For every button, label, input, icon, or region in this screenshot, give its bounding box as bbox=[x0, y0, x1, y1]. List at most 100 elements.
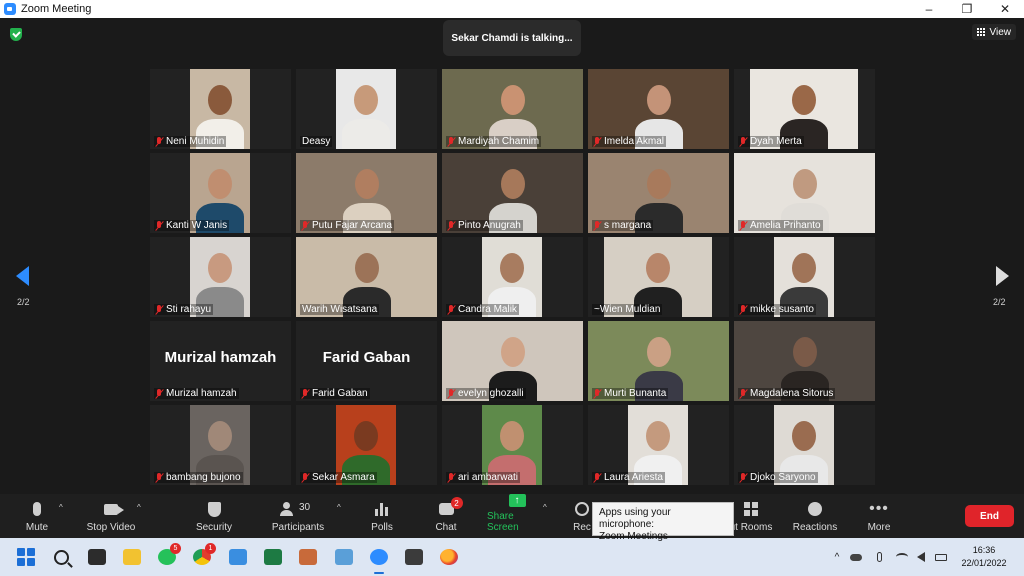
participant-tile[interactable]: Dyah Merta bbox=[734, 69, 875, 149]
start-button[interactable] bbox=[16, 547, 36, 567]
photos-app-button[interactable] bbox=[298, 547, 318, 567]
system-clock[interactable]: 16:36 22/01/2022 bbox=[958, 544, 1010, 570]
firefox-button[interactable] bbox=[439, 547, 459, 567]
participant-tile[interactable]: Djoko Saryono bbox=[734, 405, 875, 485]
view-button[interactable]: View bbox=[971, 24, 1016, 40]
mute-button[interactable]: Mute bbox=[18, 494, 56, 538]
participant-name-label: mikke susanto bbox=[738, 304, 816, 315]
video-options-caret-icon[interactable]: ^ bbox=[137, 503, 141, 512]
onedrive-cloud-icon[interactable] bbox=[850, 551, 862, 563]
muted-microphone-icon bbox=[740, 388, 747, 399]
participant-name-label: evelyn ghozalli bbox=[446, 388, 526, 399]
muted-microphone-icon bbox=[740, 136, 747, 147]
show-hidden-icons-caret-icon[interactable]: ^ bbox=[831, 551, 843, 563]
participant-tile[interactable]: Murti Bunanta bbox=[588, 321, 729, 401]
microphone-usage-tooltip: Apps using your microphone: Zoom Meeting… bbox=[592, 502, 734, 542]
muted-microphone-icon bbox=[302, 220, 309, 231]
participant-tile[interactable]: Mardiyah Chamim bbox=[442, 69, 583, 149]
folder-icon bbox=[123, 549, 141, 565]
participant-name: Pinto Anugrah bbox=[458, 220, 521, 231]
participant-tile[interactable]: Neni Muhidin bbox=[150, 69, 291, 149]
muted-microphone-icon bbox=[156, 220, 163, 231]
whatsapp-button[interactable]: 5 bbox=[157, 543, 181, 567]
participant-tile[interactable]: Candra Malik bbox=[442, 237, 583, 317]
participant-name-label: Magdalena Sitorus bbox=[738, 388, 836, 399]
record-button[interactable]: Rec bbox=[570, 494, 594, 538]
end-meeting-button[interactable]: End bbox=[965, 505, 1014, 527]
participant-tile[interactable]: Amelia Prihanto bbox=[734, 153, 875, 233]
more-dots-icon: ••• bbox=[869, 500, 889, 517]
participant-tile[interactable]: bambang bujono bbox=[150, 405, 291, 485]
participant-tile[interactable]: Pinto Anugrah bbox=[442, 153, 583, 233]
participant-tile[interactable]: ~Wien Muldian bbox=[588, 237, 729, 317]
muted-microphone-icon bbox=[740, 304, 747, 315]
stop-video-label: Stop Video bbox=[86, 522, 136, 533]
task-view-button[interactable] bbox=[87, 547, 107, 567]
reactions-button[interactable]: Reactions bbox=[791, 494, 839, 538]
zoom-taskbar-button[interactable] bbox=[369, 547, 389, 567]
close-button[interactable]: ✕ bbox=[986, 0, 1024, 18]
participant-tile[interactable]: Sti rahayu bbox=[150, 237, 291, 317]
maximize-button[interactable]: ❐ bbox=[948, 0, 986, 18]
participant-tile[interactable]: Putu Fajar Arcana bbox=[296, 153, 437, 233]
participant-tile[interactable]: mikke susanto bbox=[734, 237, 875, 317]
participants-button[interactable]: 30 Participants bbox=[270, 494, 326, 538]
breakout-rooms-label: ut Rooms bbox=[729, 522, 773, 533]
previous-page-arrow-icon[interactable] bbox=[16, 266, 29, 286]
windows-taskbar: 5 1 ^ 16:36 22/01/2022 bbox=[0, 538, 1024, 576]
taskbar-search-button[interactable] bbox=[51, 547, 71, 567]
notepad-button[interactable] bbox=[228, 547, 248, 567]
security-label: Security bbox=[195, 522, 233, 533]
participant-tile[interactable]: Imelda Akmal bbox=[588, 69, 729, 149]
participant-tile[interactable]: Deasy bbox=[296, 69, 437, 149]
chat-button[interactable]: 2 Chat bbox=[430, 494, 463, 538]
participant-tile[interactable]: Warih Wisatsana bbox=[296, 237, 437, 317]
participant-tile[interactable]: Murizal hamzah Murizal hamzah bbox=[150, 321, 291, 401]
chat-bubble-icon: 2 bbox=[438, 497, 463, 515]
stop-video-button[interactable]: Stop Video bbox=[83, 494, 139, 538]
minimize-button[interactable]: – bbox=[910, 0, 948, 18]
participant-name-label: ~Wien Muldian bbox=[592, 304, 663, 315]
participant-tile[interactable]: Sekar Asmara bbox=[296, 405, 437, 485]
battery-icon[interactable] bbox=[935, 551, 947, 563]
encryption-shield-icon[interactable] bbox=[10, 28, 22, 41]
participant-display-name: Murizal hamzah bbox=[164, 349, 277, 366]
participant-tile[interactable]: s margana bbox=[588, 153, 729, 233]
participant-tile[interactable]: Laura Ariesta bbox=[588, 405, 729, 485]
file-explorer-button[interactable] bbox=[122, 547, 142, 567]
next-page-arrow-icon[interactable] bbox=[996, 266, 1009, 286]
tray-microphone-icon[interactable] bbox=[873, 551, 885, 563]
excel-button[interactable] bbox=[263, 547, 283, 567]
media-player-button[interactable] bbox=[404, 547, 424, 567]
participant-name: Murizal hamzah bbox=[166, 388, 237, 399]
photos-icon bbox=[299, 549, 317, 565]
wifi-icon[interactable] bbox=[896, 551, 908, 563]
participant-name-label: Imelda Akmal bbox=[592, 136, 667, 147]
participant-tile[interactable]: evelyn ghozalli bbox=[442, 321, 583, 401]
windows-logo-icon bbox=[17, 548, 35, 566]
share-screen-button[interactable]: ↑ Share Screen bbox=[487, 494, 547, 538]
participant-tile[interactable]: ari ambarwati bbox=[442, 405, 583, 485]
share-options-caret-icon[interactable]: ^ bbox=[543, 503, 547, 512]
participant-name: Candra Malik bbox=[458, 304, 517, 315]
participant-tile[interactable]: Kanti W Janis bbox=[150, 153, 291, 233]
participant-name: Murti Bunanta bbox=[604, 388, 667, 399]
muted-microphone-icon bbox=[448, 472, 455, 483]
muted-microphone-icon bbox=[448, 220, 455, 231]
paint-app-button[interactable] bbox=[334, 547, 354, 567]
participant-tile[interactable]: Farid Gaban Farid Gaban bbox=[296, 321, 437, 401]
participant-name: mikke susanto bbox=[750, 304, 814, 315]
chrome-button[interactable]: 1 bbox=[192, 543, 216, 567]
participant-name: Neni Muhidin bbox=[166, 136, 225, 147]
participant-name-label: Candra Malik bbox=[446, 304, 519, 315]
security-button[interactable]: Security bbox=[192, 494, 236, 538]
audio-options-caret-icon[interactable]: ^ bbox=[59, 503, 63, 512]
participants-options-caret-icon[interactable]: ^ bbox=[337, 503, 341, 512]
polls-button[interactable]: Polls bbox=[366, 494, 398, 538]
more-button[interactable]: ••• More bbox=[864, 494, 894, 538]
participant-tile[interactable]: Magdalena Sitorus bbox=[734, 321, 875, 401]
muted-microphone-icon bbox=[156, 304, 163, 315]
volume-speaker-icon[interactable] bbox=[915, 551, 927, 563]
zoom-app-icon bbox=[4, 3, 16, 15]
participant-name: ari ambarwati bbox=[458, 472, 519, 483]
